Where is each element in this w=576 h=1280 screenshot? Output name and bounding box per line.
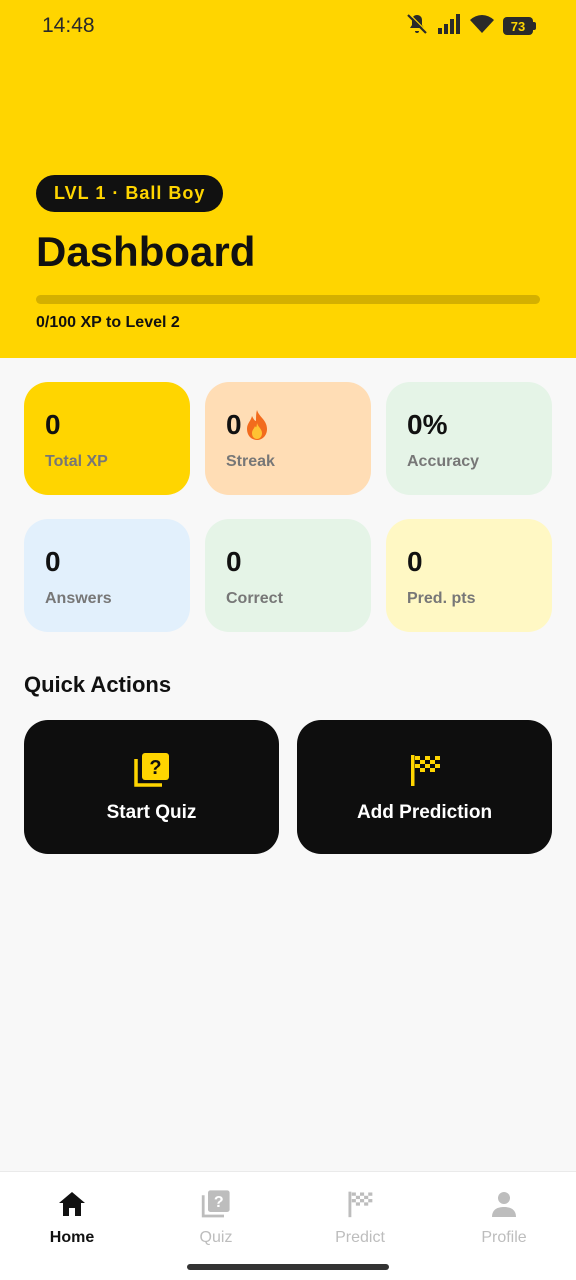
- home-icon: [55, 1188, 89, 1220]
- level-badge: LVL 1 · Ball Boy: [36, 175, 224, 212]
- stat-card-accuracy: 0% Accuracy: [386, 382, 552, 495]
- quiz-icon: ?: [132, 750, 172, 790]
- stat-value: 0: [226, 409, 242, 440]
- quiz-icon: ?: [199, 1188, 233, 1220]
- start-quiz-label: Start Quiz: [106, 802, 197, 823]
- person-icon: [487, 1188, 521, 1220]
- stat-label: Accuracy: [407, 453, 480, 470]
- status-time: 14:48: [42, 14, 95, 37]
- stat-card-streak: 0 Streak: [205, 382, 371, 495]
- stats-grid: 0 Total XP 0 Streak 0% Accuracy 0 Answer…: [24, 382, 552, 632]
- start-quiz-button[interactable]: ? Start Quiz: [24, 720, 279, 854]
- stat-card-total-xp: 0 Total XP: [24, 382, 190, 495]
- stat-label: Correct: [226, 590, 283, 607]
- battery-level: 73: [503, 17, 533, 35]
- page-title: Dashboard: [36, 228, 256, 275]
- stat-label: Answers: [45, 590, 112, 607]
- checkered-flag-icon: [405, 750, 445, 790]
- nav-item-home[interactable]: Home: [0, 1172, 144, 1280]
- nav-label-home: Home: [49, 1229, 95, 1246]
- nav-label-profile: Profile: [481, 1229, 527, 1246]
- stat-value: 0: [226, 546, 242, 577]
- stat-card-pred-pts: 0 Pred. pts: [386, 519, 552, 632]
- home-indicator[interactable]: [187, 1264, 389, 1270]
- signal-icon: [437, 13, 461, 40]
- stat-label: Total XP: [45, 453, 108, 470]
- battery-icon: 73: [503, 17, 536, 35]
- svg-text:?: ?: [214, 1194, 224, 1211]
- stat-card-answers: 0 Answers: [24, 519, 190, 632]
- stat-value: 0: [45, 546, 61, 577]
- wifi-icon: [469, 13, 495, 40]
- add-prediction-button[interactable]: Add Prediction: [297, 720, 552, 854]
- checkered-flag-icon: [343, 1188, 377, 1220]
- stat-value: 0%: [407, 409, 448, 440]
- stat-label: Pred. pts: [407, 590, 476, 607]
- stat-card-correct: 0 Correct: [205, 519, 371, 632]
- stat-value: 0: [45, 409, 61, 440]
- nav-label-quiz: Quiz: [199, 1229, 233, 1246]
- stat-value: 0: [407, 546, 423, 577]
- stat-label: Streak: [226, 453, 275, 470]
- status-icons: 73: [405, 12, 536, 41]
- quick-actions-title: Quick Actions: [24, 672, 172, 697]
- quick-actions: ? Start Quiz Add Prediction: [24, 720, 552, 854]
- flame-icon: [244, 409, 270, 441]
- xp-progress-text: 0/100 XP to Level 2: [36, 314, 180, 331]
- nav-item-profile[interactable]: Profile: [432, 1172, 576, 1280]
- status-bar: 14:48 73: [0, 0, 576, 54]
- svg-text:?: ?: [149, 757, 161, 779]
- dashboard-header: 14:48 73 LVL 1 · Ball Boy Dashboard 0/10…: [0, 0, 576, 358]
- nav-label-predict: Predict: [335, 1229, 385, 1246]
- add-prediction-label: Add Prediction: [356, 802, 493, 823]
- xp-progress-bar: [36, 295, 540, 304]
- bell-muted-icon: [405, 12, 429, 41]
